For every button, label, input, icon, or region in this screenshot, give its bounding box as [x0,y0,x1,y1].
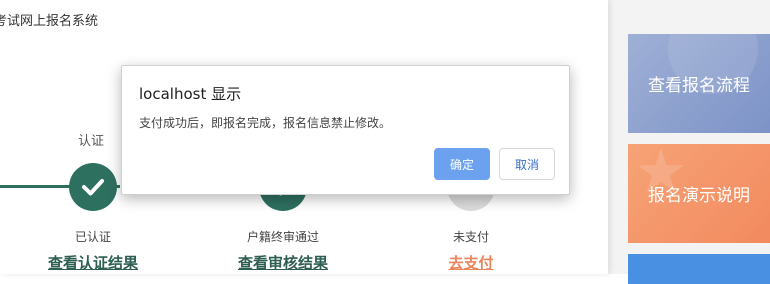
dialog-message: 支付成功后，即报名完成，报名信息禁止修改。 [139,116,392,130]
step-2-status: 户籍终审通过 [246,230,319,244]
cancel-button[interactable]: 取消 [499,148,555,180]
step-3-status: 未支付 [452,230,489,244]
system-title: 考试网上报名系统 [0,14,99,29]
third-card[interactable] [628,254,770,284]
step-top-label: 认证 [78,134,105,149]
dialog-title: localhost 显示 [139,85,242,103]
demo-guide-label: 报名演示说明 [648,186,750,206]
go-pay-link[interactable]: 去支付 [391,252,551,273]
view-auth-result-link[interactable]: 查看认证结果 [13,252,173,273]
view-review-result-link[interactable]: 查看审核结果 [203,252,363,273]
view-process-label: 查看报名流程 [648,76,750,96]
demo-guide-card[interactable]: ★ 报名演示说明 [628,144,770,243]
ok-button[interactable]: 确定 [434,148,490,180]
step-1-status: 已认证 [74,230,111,244]
step-1-circle [69,163,117,211]
view-process-card[interactable]: 查看报名流程 [628,34,770,133]
check-icon [82,179,104,196]
alert-dialog: localhost 显示 支付成功后，即报名完成，报名信息禁止修改。 确定 取消 [121,65,570,195]
